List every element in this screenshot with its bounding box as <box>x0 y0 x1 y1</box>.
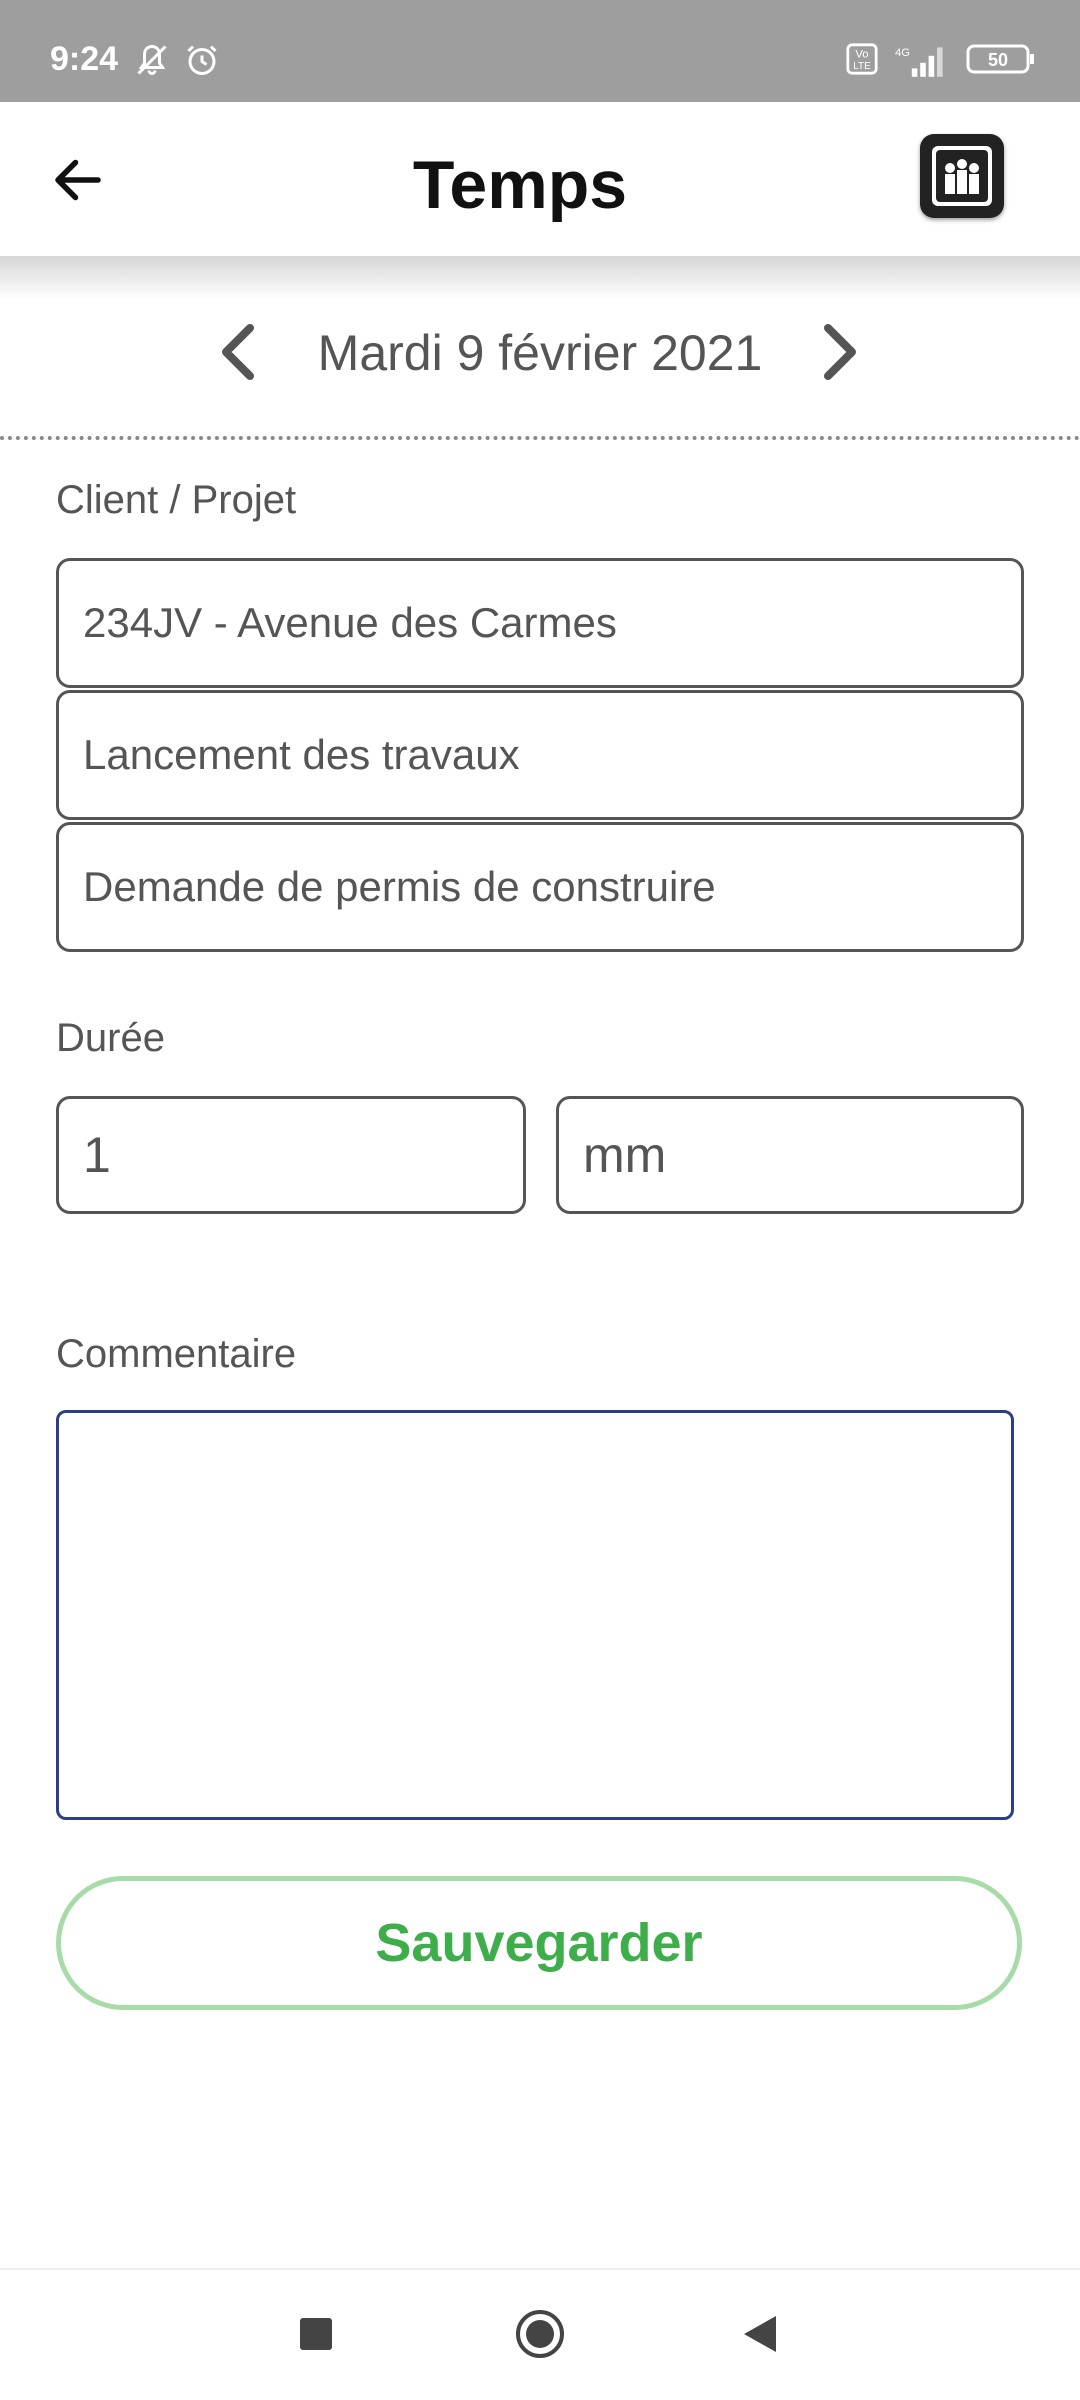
comment-textarea[interactable] <box>56 1410 1014 1820</box>
recents-square-icon <box>300 2318 332 2350</box>
phase-select[interactable]: Lancement des travaux <box>56 690 1024 820</box>
next-day-button[interactable] <box>820 322 860 382</box>
status-bar: 9:24 Vo LTE 4G 50 <box>0 0 1080 102</box>
client-project-select[interactable]: 234JV - Avenue des Carmes <box>56 558 1024 688</box>
svg-text:Vo: Vo <box>855 49 868 61</box>
home-button[interactable] <box>514 2308 566 2365</box>
save-button[interactable]: Sauvegarder <box>56 1876 1022 2010</box>
duration-minutes-input[interactable]: mm <box>556 1096 1024 1214</box>
svg-text:4G: 4G <box>895 47 910 59</box>
volte-icon: Vo LTE <box>845 42 879 81</box>
duration-hours-input[interactable]: 1 <box>56 1096 526 1214</box>
alarm-icon <box>184 42 220 83</box>
chevron-right-icon <box>824 324 856 380</box>
signal-4g-icon: 4G <box>895 42 951 83</box>
recents-button[interactable] <box>296 2314 336 2359</box>
page-title: Temps <box>412 147 628 223</box>
battery-level-text: 50 <box>988 50 1008 70</box>
dotted-divider <box>0 436 1080 440</box>
home-circle-icon <box>516 2310 564 2358</box>
bell-off-icon <box>134 42 170 83</box>
duration-label: Durée <box>56 1016 165 1060</box>
app-bar-shadow <box>0 256 1080 300</box>
app-logo-icon[interactable] <box>920 134 1004 218</box>
task-select[interactable]: Demande de permis de construire <box>56 822 1024 952</box>
back-triangle-icon <box>744 2316 776 2352</box>
app-bar: Temps <box>0 102 1080 256</box>
client-project-label: Client / Projet <box>56 478 297 522</box>
current-date: Mardi 9 février 2021 <box>317 325 763 381</box>
status-time: 9:24 <box>50 40 119 78</box>
date-navigator: Mardi 9 février 2021 <box>0 300 1080 440</box>
comment-label: Commentaire <box>56 1332 297 1376</box>
battery-icon: 50 <box>966 42 1036 81</box>
svg-text:LTE: LTE <box>853 61 871 72</box>
system-navigation-bar <box>0 2270 1080 2400</box>
system-back-button[interactable] <box>740 2312 780 2361</box>
